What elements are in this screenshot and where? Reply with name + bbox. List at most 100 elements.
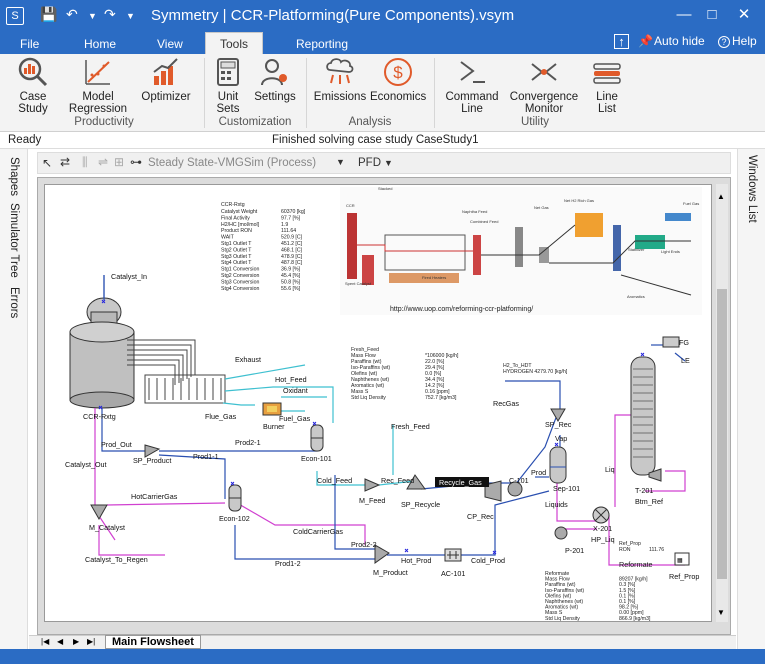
stream-catalyst-out[interactable] — [94, 408, 116, 541]
stream-reformate[interactable] — [608, 515, 685, 566]
reactor-row-label: H2/HC [mol/mol] — [221, 222, 260, 228]
tab-windows-list[interactable]: Windows List — [746, 155, 758, 223]
bottom-bar — [0, 649, 765, 664]
redo-icon[interactable]: ↷ — [104, 6, 116, 23]
m-catalyst[interactable] — [90, 504, 108, 521]
svg-text:Naphtha Feed: Naphtha Feed — [462, 209, 487, 214]
convergence-monitor-button[interactable]: Convergence Monitor — [507, 56, 581, 115]
tab-simulator-tree[interactable]: Simulator Tree — [8, 203, 20, 278]
help-icon: ? — [718, 36, 730, 48]
reactor-row-label: Final Activity — [221, 215, 250, 221]
undo-icon[interactable]: ↶ — [66, 6, 78, 23]
line-list-label: Line List — [596, 91, 618, 115]
ac-101[interactable] — [444, 548, 462, 562]
tab-tools[interactable]: Tools — [205, 32, 264, 54]
vertical-scrollbar[interactable]: ▲ ▼ — [716, 184, 728, 622]
simulation-mode-select[interactable]: Steady State-VMGSim (Process) — [148, 157, 316, 169]
sheet-tab-bar: |◀ ◀ ▶ ▶| Main Flowsheet — [29, 635, 736, 649]
x-201[interactable] — [592, 506, 610, 524]
ccr-reactor[interactable] — [69, 275, 196, 409]
reactor-row-label: Stg4 Conversion — [221, 286, 259, 292]
terminal-prompt-icon — [460, 61, 485, 83]
pfd-dropdown-icon[interactable]: ▼ — [384, 158, 393, 168]
connect-tool-icon[interactable]: ⇄ — [60, 155, 70, 169]
econ-102[interactable] — [228, 484, 242, 512]
stream-cold-prod[interactable] — [461, 490, 550, 556]
tab-shapes[interactable]: Shapes — [8, 157, 20, 196]
flowsheet-canvas[interactable]: Stacked CCR Naphtha Feed Combined Feed N… — [44, 184, 712, 622]
emissions-button[interactable]: Emissions — [312, 56, 368, 103]
flowsheet-icon[interactable]: ⊶ — [130, 155, 142, 169]
reactor-row-value: 451.2 [C] — [281, 241, 303, 247]
line-list-button[interactable]: Line List — [586, 56, 628, 115]
label-p-201: P-201 — [565, 546, 584, 555]
flowsheet-frame: Stacked CCR Naphtha Feed Combined Feed N… — [37, 177, 731, 635]
label-catalyst-in: Catalyst_In — [111, 272, 147, 281]
last-sheet-icon[interactable]: ▶| — [87, 637, 95, 646]
sep-101[interactable] — [549, 446, 567, 484]
label-exhaust: Exhaust — [235, 355, 261, 364]
tab-view[interactable]: View — [157, 35, 183, 53]
help-button[interactable]: Help — [732, 34, 757, 48]
unit-sets-icon — [217, 58, 239, 86]
econ-101[interactable] — [310, 424, 324, 452]
tab-errors[interactable]: Errors — [8, 287, 20, 318]
prev-sheet-icon[interactable]: ◀ — [57, 637, 63, 646]
reactor-row-value: 478.9 [C] — [281, 254, 303, 260]
scroll-thumb[interactable] — [717, 289, 727, 579]
auto-hide-button[interactable]: Auto hide — [654, 34, 705, 48]
t-201-column[interactable] — [630, 356, 656, 476]
svg-text:Stacked: Stacked — [378, 186, 392, 191]
m-feed[interactable] — [364, 478, 381, 492]
save-icon[interactable]: 💾 — [40, 6, 57, 23]
undo-dropdown-icon[interactable]: ▼ — [88, 11, 97, 21]
model-regression-button[interactable]: Model Regression — [62, 56, 134, 115]
economics-button[interactable]: $ Economics — [370, 56, 426, 103]
ref-prop-block[interactable]: ▦ — [674, 552, 690, 566]
pfd-dropdown[interactable]: PFD — [358, 157, 381, 169]
collapse-ribbon-icon[interactable]: ↑ — [614, 34, 629, 49]
svg-text:$: $ — [393, 63, 403, 82]
main-flowsheet-tab[interactable]: Main Flowsheet — [105, 635, 201, 649]
pointer-tool-icon[interactable]: ↖ — [42, 156, 52, 170]
stream-flue-gas[interactable] — [222, 402, 255, 406]
close-button[interactable]: ✕ — [730, 4, 758, 26]
tab-file[interactable]: File — [20, 35, 39, 53]
label-hot-feed: Hot_Feed — [275, 375, 307, 384]
label-cold-feed: Cold_Feed — [317, 476, 352, 485]
redo-dropdown-icon[interactable]: ▼ — [126, 11, 135, 21]
uop-process-image: Stacked CCR Naphtha Feed Combined Feed N… — [340, 186, 702, 315]
mode-dropdown-icon[interactable]: ▼ — [336, 157, 345, 167]
model-regression-label: Model Regression — [68, 91, 128, 115]
command-line-button[interactable]: Command Line — [442, 56, 502, 115]
tab-home[interactable]: Home — [84, 35, 116, 53]
scroll-up-icon[interactable]: ▲ — [717, 192, 725, 201]
p-201[interactable] — [554, 526, 568, 540]
stream-hot-carrier-gas[interactable] — [106, 502, 226, 506]
heater-coil — [144, 374, 226, 404]
distribute-tool-icon[interactable]: ⇌ — [98, 155, 108, 169]
svg-text:CCR: CCR — [346, 203, 355, 208]
fresh-feed-row-label: Std Liq Density — [351, 395, 386, 401]
scroll-down-icon[interactable]: ▼ — [717, 608, 725, 617]
next-sheet-icon[interactable]: ▶ — [73, 637, 79, 646]
unit-sets-button[interactable]: Unit Sets — [210, 56, 246, 115]
tab-reporting[interactable]: Reporting — [296, 35, 348, 53]
case-study-button[interactable]: Case Study — [12, 56, 54, 115]
stream-cold-carrier-gas[interactable] — [236, 502, 366, 545]
group-tool-icon[interactable]: ⊞ — [114, 155, 124, 169]
settings-button[interactable]: Settings — [250, 56, 300, 103]
label-catalyst-out: Catalyst_Out — [65, 460, 107, 469]
maximize-button[interactable]: □ — [698, 4, 726, 26]
align-tool-icon[interactable]: ⫼ — [82, 155, 88, 170]
reactor-row-label: WAIT — [221, 235, 235, 241]
condenser[interactable] — [662, 336, 680, 348]
first-sheet-icon[interactable]: |◀ — [41, 637, 49, 646]
label-ref-prop: Ref_Prop — [669, 572, 699, 581]
m-product[interactable] — [374, 544, 390, 564]
group-analysis-label: Analysis — [348, 116, 392, 128]
stream-liq[interactable] — [614, 414, 633, 507]
label-flue-gas: Flue_Gas — [205, 412, 237, 421]
optimizer-button[interactable]: Optimizer — [138, 56, 194, 103]
minimize-button[interactable]: — — [670, 4, 698, 26]
